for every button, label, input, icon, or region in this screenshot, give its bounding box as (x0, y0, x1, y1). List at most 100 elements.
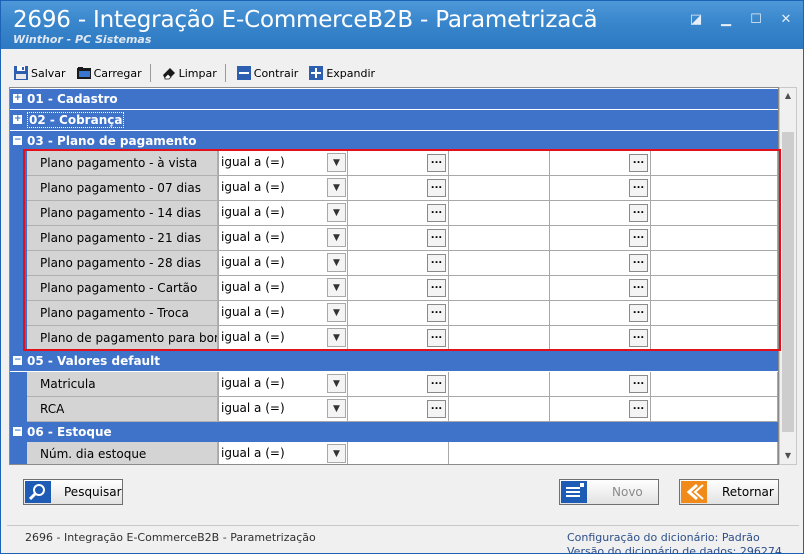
collapse-toggle-icon[interactable]: − (13, 427, 22, 436)
lookup-button[interactable]: ... (427, 229, 446, 247)
operator-select[interactable]: igual a (=) ▼ (218, 372, 348, 397)
lookup-button[interactable]: ... (629, 204, 648, 222)
value-to-field[interactable]: ... (550, 397, 651, 422)
chevron-down-icon[interactable]: ▼ (327, 153, 346, 172)
chevron-down-icon[interactable]: ▼ (327, 278, 346, 297)
close-icon[interactable]: ✕ (777, 11, 795, 29)
value-from-field[interactable]: ... (348, 226, 449, 251)
value-from-field[interactable]: ... (348, 301, 449, 326)
return-button[interactable]: Retornar (679, 479, 779, 505)
section-title: 01 - Cadastro (27, 92, 118, 106)
section-estoque[interactable]: − 06 - Estoque (10, 422, 778, 442)
lookup-button[interactable]: ... (629, 154, 648, 172)
section-cadastro[interactable]: + 01 - Cadastro (10, 89, 778, 109)
operator-select[interactable]: igual a (=) ▼ (218, 301, 348, 326)
operator-select[interactable]: igual a (=) ▼ (218, 276, 348, 301)
scroll-thumb[interactable] (782, 132, 794, 432)
collapse-toggle-icon[interactable]: − (13, 136, 22, 145)
lookup-button[interactable]: ... (629, 254, 648, 272)
value-to-field[interactable]: ... (550, 151, 651, 176)
value-from-field[interactable]: ... (348, 276, 449, 301)
maximize-icon[interactable]: ☐ (747, 11, 765, 29)
expand-toggle-icon[interactable]: + (13, 94, 22, 103)
lookup-button[interactable]: ... (427, 204, 446, 222)
lookup-button[interactable]: ... (427, 179, 446, 197)
value-field[interactable] (348, 442, 449, 464)
lookup-button[interactable]: ... (427, 279, 446, 297)
value-to-field[interactable]: ... (550, 301, 651, 326)
chevron-down-icon[interactable]: ▼ (327, 253, 346, 272)
new-button[interactable]: Novo (559, 479, 659, 505)
operator-value: igual a (=) (221, 305, 285, 319)
scroll-down-icon[interactable]: ▼ (780, 448, 796, 464)
lookup-button[interactable]: ... (629, 329, 648, 347)
lookup-button[interactable]: ... (629, 375, 648, 393)
chevron-down-icon[interactable]: ▼ (327, 399, 346, 418)
value-from-field[interactable]: ... (348, 251, 449, 276)
lookup-button[interactable]: ... (427, 254, 446, 272)
minimize-icon[interactable]: ▁ (717, 11, 735, 29)
lookup-button[interactable]: ... (427, 304, 446, 322)
value-to-desc (651, 301, 778, 326)
value-from-field[interactable]: ... (348, 397, 449, 422)
expand-button[interactable]: Expandir (302, 62, 379, 84)
collapse-button[interactable]: Contrair (230, 62, 303, 84)
restore-icon[interactable]: ◪ (687, 11, 705, 29)
title-bar[interactable]: 2696 - Integração E-CommerceB2B - Parame… (1, 1, 803, 49)
operator-select[interactable]: igual a (=) ▼ (218, 397, 348, 422)
lookup-button[interactable]: ... (427, 329, 446, 347)
value-from-field[interactable]: ... (348, 326, 449, 351)
row-gutter (10, 151, 27, 176)
chevron-down-icon[interactable]: ▼ (327, 203, 346, 222)
section-title: 06 - Estoque (27, 425, 112, 439)
value-from-field[interactable]: ... (348, 201, 449, 226)
value-to-field[interactable]: ... (550, 201, 651, 226)
value-from-desc (449, 176, 550, 201)
load-button[interactable]: Carregar (70, 62, 146, 84)
expand-toggle-icon[interactable]: + (13, 115, 22, 124)
lookup-button[interactable]: ... (427, 375, 446, 393)
chevron-down-icon[interactable]: ▼ (327, 228, 346, 247)
operator-select[interactable]: igual a (=) ▼ (218, 226, 348, 251)
value-to-field[interactable]: ... (550, 276, 651, 301)
value-to-desc (651, 397, 778, 422)
dict-version-value: 296274 (739, 545, 782, 554)
lookup-button[interactable]: ... (427, 154, 446, 172)
operator-select[interactable]: igual a (=) ▼ (218, 251, 348, 276)
lookup-button[interactable]: ... (427, 400, 446, 418)
lookup-button[interactable]: ... (629, 400, 648, 418)
value-to-field[interactable]: ... (550, 176, 651, 201)
lookup-button[interactable]: ... (629, 279, 648, 297)
section-cobranca[interactable]: + 02 - Cobrança (10, 110, 778, 130)
scroll-up-icon[interactable]: ▲ (780, 88, 796, 104)
value-from-field[interactable]: ... (348, 151, 449, 176)
vertical-scrollbar[interactable]: ▲ ▼ (779, 87, 797, 465)
chevron-down-icon[interactable]: ▼ (327, 444, 346, 463)
chevron-down-icon[interactable]: ▼ (327, 303, 346, 322)
lookup-button[interactable]: ... (629, 304, 648, 322)
row-label: Núm. dia estoque (27, 442, 218, 464)
operator-select[interactable]: igual a (=) ▼ (218, 201, 348, 226)
collapse-toggle-icon[interactable]: − (13, 356, 22, 365)
value-to-field[interactable]: ... (550, 226, 651, 251)
section-valores-default[interactable]: − 05 - Valores default (10, 351, 778, 371)
chevron-down-icon[interactable]: ▼ (327, 374, 346, 393)
operator-select[interactable]: igual a (=) ▼ (218, 151, 348, 176)
lookup-button[interactable]: ... (629, 179, 648, 197)
chevron-down-icon[interactable]: ▼ (327, 178, 346, 197)
operator-select[interactable]: igual a (=) ▼ (218, 326, 348, 351)
value-to-field[interactable]: ... (550, 251, 651, 276)
row-label: Plano pagamento - à vista (27, 151, 218, 176)
operator-select[interactable]: igual a (=) ▼ (218, 442, 348, 464)
chevron-down-icon[interactable]: ▼ (327, 328, 346, 347)
value-to-field[interactable]: ... (550, 326, 651, 351)
value-to-field[interactable]: ... (550, 372, 651, 397)
save-button[interactable]: Salvar (7, 62, 70, 84)
search-button[interactable]: Pesquisar (23, 479, 123, 505)
section-plano-pagamento[interactable]: − 03 - Plano de pagamento (10, 131, 778, 151)
value-from-field[interactable]: ... (348, 176, 449, 201)
clear-button[interactable]: Limpar (155, 62, 221, 84)
lookup-button[interactable]: ... (629, 229, 648, 247)
operator-select[interactable]: igual a (=) ▼ (218, 176, 348, 201)
value-from-field[interactable]: ... (348, 372, 449, 397)
